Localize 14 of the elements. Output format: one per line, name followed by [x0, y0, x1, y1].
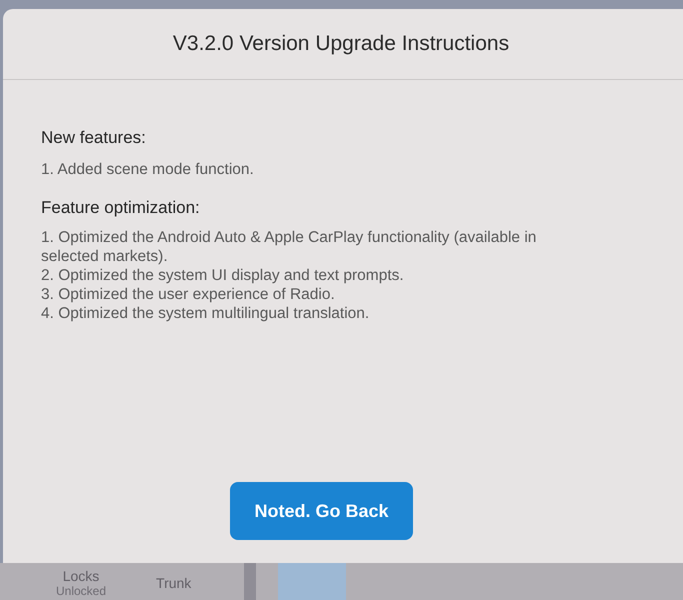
list-item: 1. Optimized the Android Auto & Apple CarPlay functionality (available in selected markets).: [41, 228, 538, 266]
list-item: 1. Added scene mode function.: [41, 160, 254, 179]
panel-edge: [244, 563, 256, 600]
list-item: 3. Optimized the user experience of Radio.: [41, 285, 335, 304]
list-item: 2. Optimized the system UI display and text prompts.: [41, 266, 404, 285]
section-heading: Feature optimization:: [41, 198, 200, 218]
status-label: Trunk: [156, 575, 192, 591]
section-heading: New features:: [41, 128, 146, 148]
dialog-title: V3.2.0 Version Upgrade Instructions: [172, 31, 510, 58]
tile-highlight: [278, 563, 346, 600]
list-item: 4. Optimized the system multilingual translation.: [41, 304, 370, 323]
status-value: Unlocked: [56, 584, 106, 598]
go-back-button[interactable]: Noted. Go Back: [230, 482, 413, 540]
status-label: Locks: [62, 568, 100, 584]
